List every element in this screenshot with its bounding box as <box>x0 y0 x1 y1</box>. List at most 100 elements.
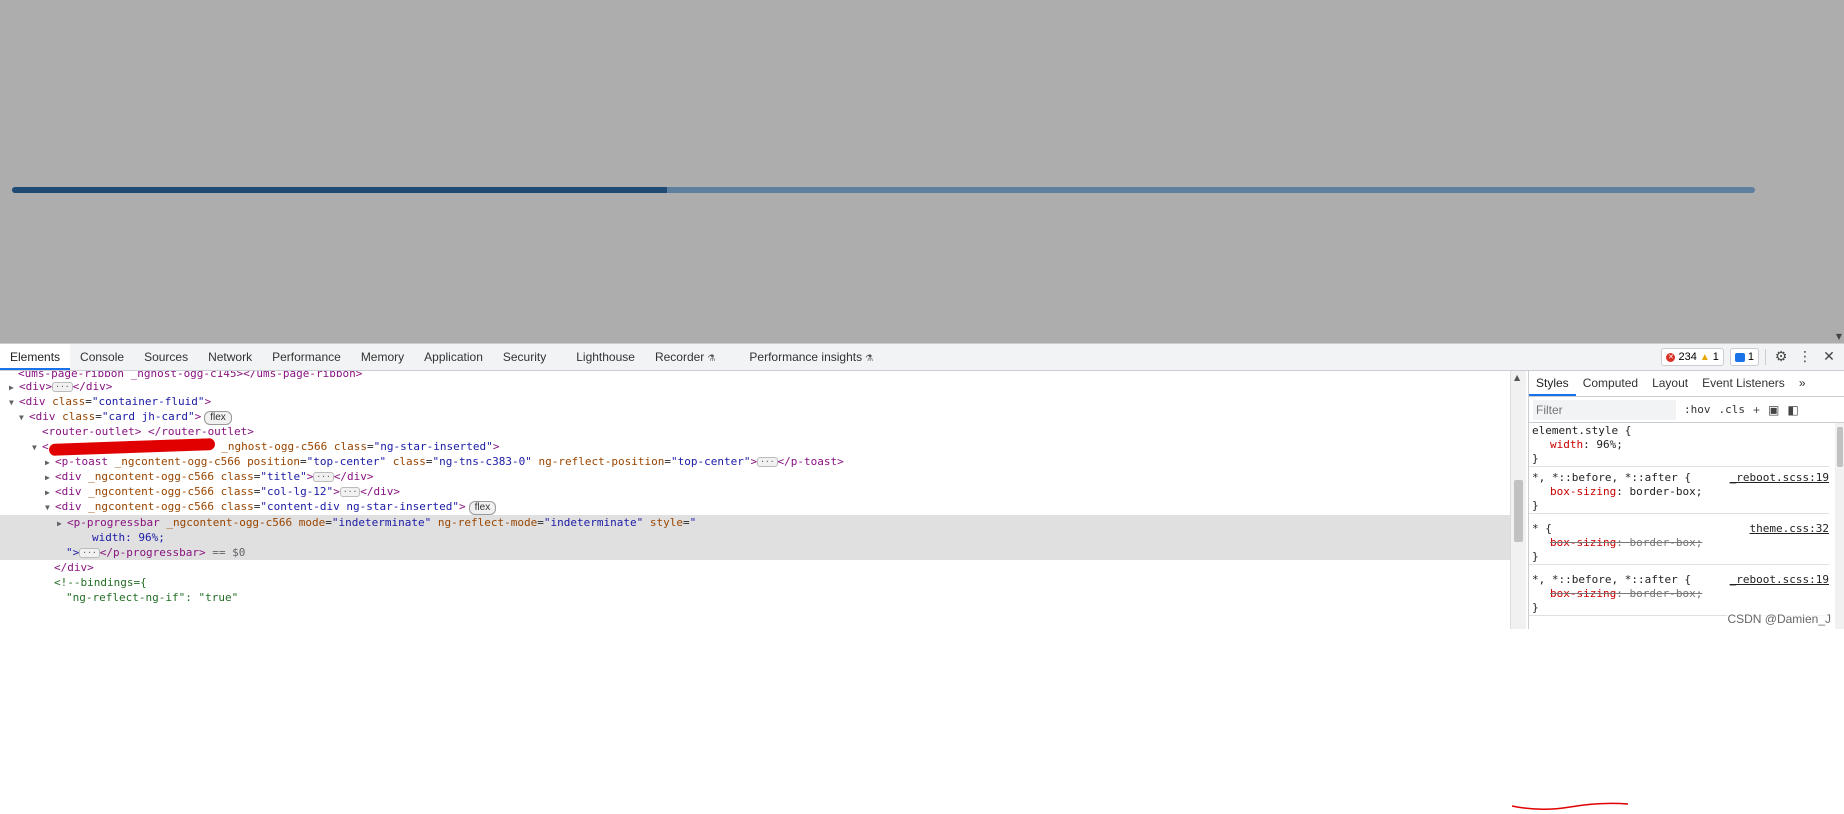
collapse-arrow-icon[interactable]: ▼ <box>9 395 19 410</box>
attr-name: class <box>333 440 367 453</box>
attr-value: "content-div ng-star-inserted" <box>260 500 460 513</box>
attr-name: _ngcontent-ogg-c566 <box>88 470 221 483</box>
collapse-arrow-icon[interactable]: ▼ <box>19 410 29 425</box>
tab-styles[interactable]: Styles <box>1529 371 1576 396</box>
comment-text: <!--bindings={ <box>54 576 147 589</box>
paint-icon[interactable]: ▣ <box>1768 403 1779 417</box>
tag-open: <p-progressbar <box>67 516 167 529</box>
attr-value: " <box>689 516 697 529</box>
css-property[interactable]: box-sizing <box>1550 485 1616 498</box>
attr-name: _ngcontent-ogg-c566 <box>88 500 221 513</box>
css-value[interactable]: 96%; <box>1596 438 1623 451</box>
tab-computed[interactable]: Computed <box>1576 371 1645 396</box>
tab-sources[interactable]: Sources <box>134 344 198 370</box>
flex-badge[interactable]: flex <box>468 501 497 515</box>
ellipsis-icon[interactable]: ··· <box>79 548 100 558</box>
tree-node[interactable]: ▶ <div _ngcontent-ogg-c566 class="col-lg-… <box>0 484 400 499</box>
tree-node[interactable]: "ng-reflect-ng-if": "true" <box>0 590 238 605</box>
rule-source-link[interactable]: _reboot.scss:19 <box>1730 573 1829 587</box>
warning-icon: ▲ <box>1699 351 1710 363</box>
tab-performance-insights[interactable]: Performance insights ⚗ <box>725 344 883 370</box>
cls-toggle[interactable]: .cls <box>1719 403 1746 416</box>
tree-node[interactable]: ▼ <div class="card jh-card"> flex <box>0 409 232 425</box>
css-value[interactable]: border-box; <box>1629 536 1702 549</box>
attr-value: "card jh-card" <box>101 410 195 423</box>
tree-node[interactable]: <!--bindings={ <box>0 575 147 590</box>
css-value[interactable]: border-box; <box>1629 587 1702 600</box>
tree-node[interactable]: ▼ <div _ngcontent-ogg-c566 class="content… <box>0 499 497 515</box>
scrollbar-thumb[interactable] <box>1514 480 1523 542</box>
sidebar-toggle-icon[interactable]: ◧ <box>1787 403 1798 417</box>
expand-arrow-icon[interactable]: ▶ <box>9 380 19 395</box>
tab-recorder[interactable]: Recorder ⚗ <box>645 344 725 370</box>
attr-value: "col-lg-12" <box>260 485 334 498</box>
tree-node[interactable]: ▶ <p-toast _ngcontent-ogg-c566 position="… <box>0 454 844 469</box>
elements-scrollbar[interactable]: ▲ <box>1510 371 1526 629</box>
tree-node[interactable]: ▼ <div class="container-fluid"> <box>0 394 211 409</box>
tag-open: <div <box>19 395 53 408</box>
elements-tree: <ums-page-ribbon _nghost-ogg-c145></ums-… <box>0 371 1510 629</box>
plus-icon[interactable]: + <box>1753 403 1760 417</box>
rule-source-link[interactable]: theme.css:32 <box>1750 522 1829 536</box>
attr-value: "indeterminate" <box>543 516 644 529</box>
ellipsis-icon[interactable]: ··· <box>757 457 778 467</box>
rule-source-link[interactable]: _reboot.scss:19 <box>1730 471 1829 485</box>
page-scrollbar[interactable]: ▼ <box>1832 0 1844 343</box>
css-property[interactable]: width <box>1550 438 1583 451</box>
tab-performance[interactable]: Performance <box>262 344 351 370</box>
tab-lighthouse[interactable]: Lighthouse <box>556 344 645 370</box>
attr-name: _ngcontent-ogg-c566 <box>88 485 221 498</box>
collapse-arrow-icon[interactable]: ▼ <box>32 440 42 455</box>
toolbar-divider <box>1765 349 1766 365</box>
messages-counter[interactable]: 1 <box>1729 348 1759 366</box>
tab-layout[interactable]: Layout <box>1645 371 1695 396</box>
ellipsis-icon[interactable]: ··· <box>52 382 73 392</box>
tree-node[interactable]: </div> <box>0 560 94 575</box>
tree-node[interactable]: ▶ <div> ··· </div> <box>0 379 112 394</box>
gear-icon[interactable]: ⚙ <box>1772 349 1790 365</box>
attr-value: "title" <box>260 470 307 483</box>
expand-arrow-icon[interactable]: ▶ <box>45 485 55 500</box>
more-options-icon[interactable]: ⋮ <box>1796 349 1814 365</box>
attr-name: ng-reflect-position <box>538 455 665 468</box>
tab-memory[interactable]: Memory <box>351 344 414 370</box>
css-property[interactable]: box-sizing <box>1550 536 1616 549</box>
expand-arrow-icon[interactable]: ▶ <box>57 516 67 531</box>
tag-open: <p-toast <box>55 455 115 468</box>
selected-tree-node[interactable]: ▶ <p-progressbar _ngcontent-ogg-c566 mode… <box>0 515 1510 530</box>
tab-security[interactable]: Security <box>493 344 556 370</box>
rule-close: } <box>1532 452 1539 465</box>
styles-scrollbar[interactable] <box>1835 423 1844 629</box>
flex-badge[interactable]: flex <box>204 411 232 425</box>
collapse-arrow-icon[interactable]: ▼ <box>45 500 55 515</box>
more-tabs-icon[interactable]: » <box>1792 371 1813 396</box>
ellipsis-icon[interactable]: ··· <box>339 487 361 497</box>
attr-name: _ngcontent-ogg-c566 <box>166 516 299 529</box>
tag-close: </div> <box>72 380 113 393</box>
styles-filter-input[interactable] <box>1533 399 1676 420</box>
expand-arrow-icon[interactable]: ▶ <box>45 470 55 485</box>
tree-node[interactable]: ▶ <div _ngcontent-ogg-c566 class="title">… <box>0 469 374 484</box>
tab-network[interactable]: Network <box>198 344 262 370</box>
scroll-down-arrow-icon[interactable]: ▼ <box>1836 333 1842 341</box>
tab-elements[interactable]: Elements <box>0 344 71 370</box>
tab-application[interactable]: Application <box>414 344 493 370</box>
css-value[interactable]: border-box; <box>1629 485 1702 498</box>
attr-name: class <box>62 410 96 423</box>
hov-toggle[interactable]: :hov <box>1684 403 1711 416</box>
selected-tree-node-style[interactable]: width: 96%; <box>0 530 1510 545</box>
issues-counter[interactable]: ✕ 234 ▲ 1 <box>1661 348 1724 366</box>
tree-node[interactable]: <router-outlet> </router-outlet> <box>0 424 254 439</box>
css-property[interactable]: box-sizing <box>1550 587 1616 600</box>
tab-event-listeners[interactable]: Event Listeners <box>1695 371 1792 396</box>
expand-arrow-icon[interactable]: ▶ <box>45 455 55 470</box>
selected-tree-node-close[interactable]: "> ··· </p-progressbar> == $0 <box>0 545 1510 560</box>
ellipsis-icon[interactable]: ··· <box>313 472 334 482</box>
scroll-up-arrow-icon[interactable]: ▲ <box>1514 373 1520 382</box>
attr-name: style <box>649 516 683 529</box>
tree-node[interactable]: ▼ < _nghost-ogg-c566 class="ng-star-inser… <box>0 438 499 456</box>
tag-close: </p-progressbar> <box>99 546 206 559</box>
close-icon[interactable]: ✕ <box>1820 349 1838 365</box>
tab-console[interactable]: Console <box>70 344 134 370</box>
scrollbar-thumb[interactable] <box>1837 427 1843 467</box>
